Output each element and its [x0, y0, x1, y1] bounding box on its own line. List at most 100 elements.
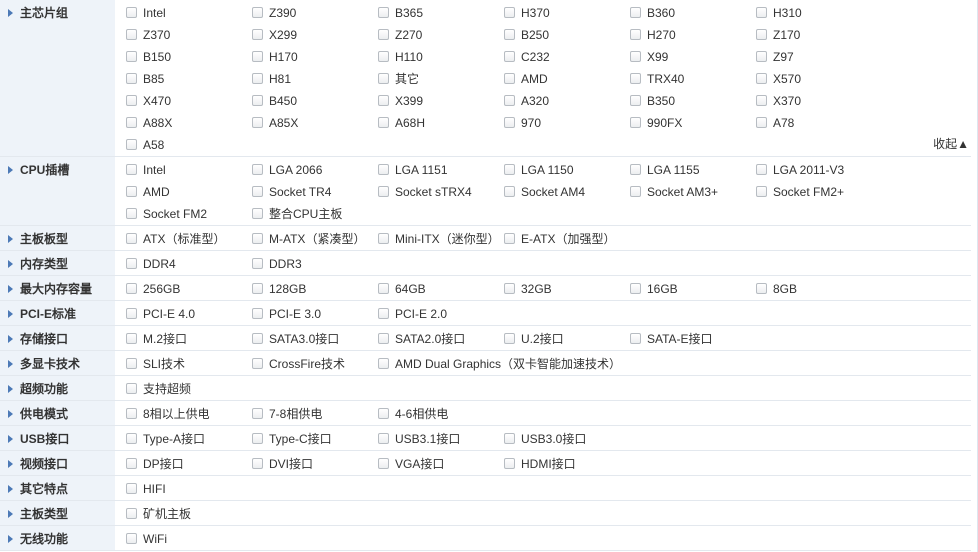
option-checkbox[interactable]: [630, 164, 641, 175]
option-checkbox[interactable]: [252, 283, 263, 294]
option-checkbox[interactable]: [126, 408, 137, 419]
option-label: TRX40: [647, 72, 685, 86]
option-checkbox[interactable]: [378, 95, 389, 106]
option-checkbox[interactable]: [378, 458, 389, 469]
option-checkbox[interactable]: [378, 408, 389, 419]
option-checkbox[interactable]: [756, 95, 767, 106]
option-checkbox[interactable]: [756, 73, 767, 84]
option-checkbox[interactable]: [126, 186, 137, 197]
option-checkbox[interactable]: [126, 7, 137, 18]
option-label: 8GB: [773, 282, 798, 296]
option-checkbox[interactable]: [630, 51, 641, 62]
option-checkbox[interactable]: [504, 73, 515, 84]
option-checkbox[interactable]: [504, 117, 515, 128]
option-checkbox[interactable]: [252, 433, 263, 444]
option-label: H81: [269, 72, 292, 86]
option-checkbox[interactable]: [252, 333, 263, 344]
option-checkbox[interactable]: [630, 7, 641, 18]
option-checkbox[interactable]: [504, 51, 515, 62]
option-checkbox[interactable]: [378, 433, 389, 444]
option-checkbox[interactable]: [378, 333, 389, 344]
option-checkbox[interactable]: [630, 283, 641, 294]
option-checkbox[interactable]: [378, 117, 389, 128]
option-checkbox[interactable]: [126, 533, 137, 544]
option-checkbox[interactable]: [378, 29, 389, 40]
option-checkbox[interactable]: [504, 186, 515, 197]
option-checkbox[interactable]: [126, 433, 137, 444]
option-label: DP接口: [143, 457, 184, 471]
option-checkbox[interactable]: [252, 186, 263, 197]
option-checkbox[interactable]: [378, 73, 389, 84]
option-checkbox[interactable]: [378, 358, 389, 369]
option-checkbox[interactable]: [252, 308, 263, 319]
option-checkbox[interactable]: [378, 186, 389, 197]
option-checkbox[interactable]: [252, 51, 263, 62]
option-checkbox[interactable]: [378, 164, 389, 175]
option-checkbox[interactable]: [504, 95, 515, 106]
option-checkbox[interactable]: [378, 51, 389, 62]
collapse-toggle[interactable]: 收起▲: [933, 135, 969, 153]
option-checkbox[interactable]: [630, 186, 641, 197]
option-label: Z170: [773, 28, 801, 42]
option-checkbox[interactable]: [504, 433, 515, 444]
option-checkbox[interactable]: [126, 333, 137, 344]
option-checkbox[interactable]: [378, 233, 389, 244]
option-checkbox[interactable]: [756, 29, 767, 40]
option-checkbox[interactable]: [504, 283, 515, 294]
option-checkbox[interactable]: [252, 358, 263, 369]
option-checkbox[interactable]: [126, 283, 137, 294]
option-checkbox[interactable]: [252, 73, 263, 84]
option-checkbox[interactable]: [126, 508, 137, 519]
option-checkbox[interactable]: [252, 29, 263, 40]
option-checkbox[interactable]: [126, 308, 137, 319]
option-checkbox[interactable]: [756, 283, 767, 294]
option-checkbox[interactable]: [630, 95, 641, 106]
option-checkbox[interactable]: [504, 458, 515, 469]
option-label: 128GB: [269, 282, 307, 296]
option-label: LGA 1150: [521, 163, 574, 177]
option-label: AMD: [521, 72, 548, 86]
option-checkbox[interactable]: [252, 258, 263, 269]
option-checkbox[interactable]: [378, 7, 389, 18]
option-checkbox[interactable]: [756, 7, 767, 18]
option-checkbox[interactable]: [756, 164, 767, 175]
option-checkbox[interactable]: [504, 233, 515, 244]
option-checkbox[interactable]: [252, 7, 263, 18]
option-checkbox[interactable]: [630, 333, 641, 344]
option-checkbox[interactable]: [252, 208, 263, 219]
option-checkbox[interactable]: [252, 164, 263, 175]
filter-title: 内存类型: [20, 257, 69, 271]
option-checkbox[interactable]: [126, 483, 137, 494]
option-checkbox[interactable]: [126, 233, 137, 244]
option-checkbox[interactable]: [252, 233, 263, 244]
option-checkbox[interactable]: [630, 73, 641, 84]
option-checkbox[interactable]: [504, 7, 515, 18]
option-checkbox[interactable]: [126, 139, 137, 150]
option-checkbox[interactable]: [126, 458, 137, 469]
option-checkbox[interactable]: [126, 383, 137, 394]
option-checkbox[interactable]: [630, 117, 641, 128]
option-checkbox[interactable]: [504, 29, 515, 40]
option-checkbox[interactable]: [126, 73, 137, 84]
option-checkbox[interactable]: [126, 117, 137, 128]
option-checkbox[interactable]: [252, 458, 263, 469]
option-checkbox[interactable]: [504, 333, 515, 344]
option-checkbox[interactable]: [504, 164, 515, 175]
option-checkbox[interactable]: [126, 358, 137, 369]
option-checkbox[interactable]: [126, 258, 137, 269]
option-checkbox[interactable]: [252, 117, 263, 128]
option-checkbox[interactable]: [756, 117, 767, 128]
option-checkbox[interactable]: [252, 95, 263, 106]
filter-row: USB接口 Type-A接口 Type-C接口 USB3.1接口 USB3.0接口: [0, 426, 971, 451]
option-checkbox[interactable]: [126, 95, 137, 106]
option-checkbox[interactable]: [126, 29, 137, 40]
option-checkbox[interactable]: [378, 283, 389, 294]
option-checkbox[interactable]: [252, 408, 263, 419]
option-checkbox[interactable]: [126, 51, 137, 62]
option-checkbox[interactable]: [756, 186, 767, 197]
option-checkbox[interactable]: [126, 164, 137, 175]
option-checkbox[interactable]: [126, 208, 137, 219]
option-checkbox[interactable]: [630, 29, 641, 40]
option-checkbox[interactable]: [378, 308, 389, 319]
option-checkbox[interactable]: [756, 51, 767, 62]
